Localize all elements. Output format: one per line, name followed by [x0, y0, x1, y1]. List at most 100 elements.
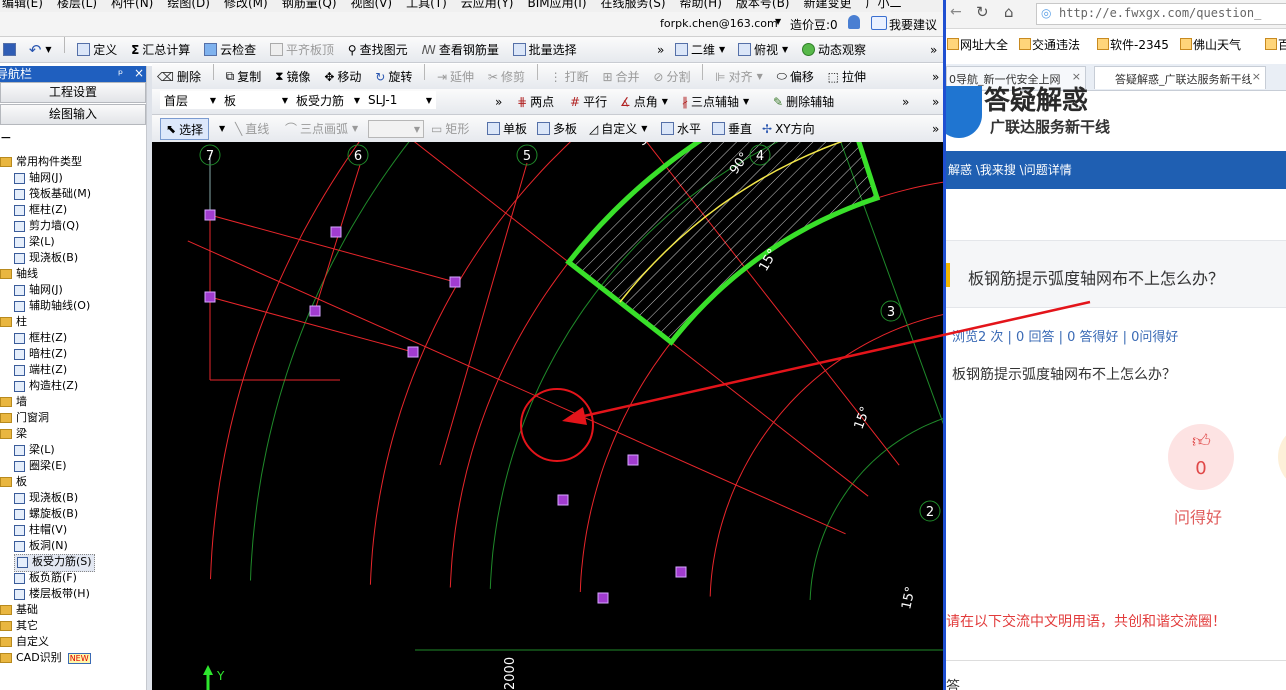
close-icon[interactable]: × — [134, 65, 144, 81]
tree-folder[interactable]: 自定义 — [0, 634, 49, 650]
tree-item[interactable]: 轴网(J) — [14, 170, 63, 186]
vertical-button[interactable]: 垂直 — [707, 115, 757, 142]
menu-item[interactable]: 在线服务(S) — [601, 0, 666, 10]
move-button[interactable]: ✥ 移动 — [319, 64, 366, 89]
merge-button[interactable]: ⊞ 合并 — [597, 64, 644, 89]
floor-select[interactable]: 首层 ▼ — [160, 91, 220, 109]
menu-item[interactable]: 版本号(B) — [736, 0, 790, 10]
tree-item[interactable]: 板负筋(F) — [14, 570, 77, 586]
tree-folder[interactable]: CAD识别 NEW — [0, 650, 91, 666]
tree-item[interactable]: 辅助轴线(O) — [14, 298, 90, 314]
menu-item[interactable]: 工具(T) — [406, 0, 447, 10]
menu-item[interactable]: BIM应用(I) — [527, 0, 586, 10]
tree-item[interactable]: 板洞(N) — [14, 538, 68, 554]
two-point-button[interactable]: ⋕ 两点 — [512, 89, 559, 114]
dynamic-view-button[interactable]: 动态观察 — [797, 37, 871, 62]
menu-item[interactable]: 广小二 — [866, 0, 902, 10]
rect-button[interactable]: ▭ 矩形 — [426, 115, 474, 142]
break-button[interactable]: ⋮ 打断 — [545, 64, 594, 89]
tree-item[interactable]: 圈梁(E) — [14, 458, 67, 474]
parallel-button[interactable]: # 平行 — [565, 89, 612, 114]
toolbar-overflow-chevron[interactable]: » — [490, 89, 507, 114]
align-dropdown[interactable]: ⊫ 对齐 ▼ — [710, 64, 768, 89]
type-select[interactable]: 板受力筋 ▼ — [292, 91, 364, 109]
tree-item[interactable]: 框柱(Z) — [14, 330, 67, 346]
select-dropdown-arrow[interactable]: ▼ — [210, 115, 230, 142]
split-button[interactable]: ⊘ 分割 — [648, 64, 695, 89]
tree-item[interactable]: 暗柱(Z) — [14, 346, 67, 362]
tree-item[interactable]: 梁(L) — [14, 234, 55, 250]
tree-folder[interactable]: 梁 — [0, 426, 27, 442]
bookmark-item[interactable]: 佛山天气 — [1193, 36, 1241, 53]
address-bar[interactable]: ◎ http://e.fwxgx.com/question_ — [1036, 3, 1286, 25]
tree-folder[interactable]: 板 — [0, 474, 27, 490]
bookmark-item[interactable]: 软件-2345 — [1110, 36, 1169, 53]
menu-item[interactable]: 云应用(Y) — [461, 0, 514, 10]
find-element-button[interactable]: ⚲ 查找图元 — [343, 37, 413, 62]
project-settings-button[interactable]: 工程设置 — [0, 82, 146, 103]
menu-item[interactable]: 修改(M) — [224, 0, 268, 10]
delete-aux-button[interactable]: ✎ 删除辅轴 — [768, 89, 839, 114]
account-dropdown-icon[interactable]: ▼ — [775, 17, 781, 26]
toolbar-overflow-chevron[interactable]: » — [927, 64, 943, 89]
tree-folder[interactable]: 基础 — [0, 602, 38, 618]
horizontal-button[interactable]: 水平 — [656, 115, 706, 142]
menu-item[interactable]: 视图(V) — [351, 0, 393, 10]
tree-item[interactable]: 筏板基础(M) — [14, 186, 91, 202]
tree-item[interactable]: 螺旋板(B) — [14, 506, 78, 522]
bookmark-item[interactable]: 网址大全 — [960, 36, 1008, 53]
suggest-link[interactable]: 我要建议 — [889, 16, 937, 33]
tree-item[interactable]: 现浇板(B) — [14, 250, 78, 266]
bookmark-item[interactable]: 交通违法 — [1032, 36, 1080, 53]
line-button[interactable]: ╲ 直线 — [230, 115, 274, 142]
collapse-minus-icon[interactable]: − — [0, 131, 12, 145]
view-2d-dropdown[interactable]: 二维 ▼ — [670, 37, 730, 62]
tab-close-icon[interactable]: × — [1249, 70, 1261, 83]
arc-param-select[interactable]: ▼ — [368, 120, 424, 138]
define-button[interactable]: 定义 — [72, 37, 122, 62]
arc3-button[interactable]: ⌒ 三点画弧 ▼ — [280, 115, 363, 142]
tree-folder[interactable]: 柱 — [0, 314, 27, 330]
menu-item[interactable]: 帮助(H) — [680, 0, 722, 10]
toolbar-overflow-chevron[interactable]: » — [927, 115, 943, 142]
select-button[interactable]: ⬉ 选择 — [160, 118, 210, 140]
refresh-icon[interactable]: ↻ — [976, 3, 989, 21]
chat-icon[interactable] — [871, 16, 887, 30]
tree-item[interactable]: 梁(L) — [14, 442, 55, 458]
bookmark-item[interactable]: 百 — [1278, 36, 1286, 53]
tree-item[interactable]: 构造柱(Z) — [14, 378, 78, 394]
tree-item[interactable]: 框柱(Z) — [14, 202, 67, 218]
tree-folder[interactable]: 其它 — [0, 618, 38, 634]
menu-item[interactable]: 绘图(D) — [167, 0, 210, 10]
sum-calc-button[interactable]: Σ 汇总计算 — [126, 37, 195, 62]
extend-button[interactable]: ⇥ 延伸 — [432, 64, 479, 89]
cloud-check-button[interactable]: 云检查 — [199, 37, 261, 62]
tree-item[interactable]: 现浇板(B) — [14, 490, 78, 506]
home-icon[interactable]: ⌂ — [1004, 3, 1014, 21]
point-angle-dropdown[interactable]: ∡ 点角 ▼ — [615, 89, 673, 114]
cad-svg[interactable]: 7654325°90°15°15°15°2000Y — [152, 142, 943, 690]
pin-icon[interactable]: ᵖ — [118, 66, 123, 82]
view-rebar-button[interactable]: ꟿ 查看钢筋量 — [416, 37, 503, 62]
save-button[interactable] — [0, 37, 19, 62]
mirror-button[interactable]: ⧗ 镜像 — [270, 64, 315, 89]
tree-item[interactable]: 端柱(Z) — [14, 362, 67, 378]
toolbar-overflow-chevron[interactable]: » — [927, 89, 943, 114]
toolbar-overflow-chevron[interactable]: » — [925, 37, 942, 62]
tree-folder[interactable]: 门窗洞 — [0, 410, 49, 426]
menu-item[interactable]: 构件(N) — [111, 0, 153, 10]
flat-top-button[interactable]: 平齐板顶 — [265, 37, 339, 62]
undo-button[interactable]: ↶ ▼ — [23, 37, 58, 62]
offset-button[interactable]: ⬭ 偏移 — [772, 64, 819, 89]
trim-button[interactable]: ✂ 修剪 — [483, 64, 530, 89]
tree-folder[interactable]: 常用构件类型 — [0, 154, 82, 170]
rotate-button[interactable]: ↻ 旋转 — [370, 64, 417, 89]
delete-button[interactable]: ⌫ 删除 — [152, 64, 206, 89]
menu-item[interactable]: 新建变更 — [804, 0, 852, 10]
multi-slab-button[interactable]: 多板 — [532, 115, 582, 142]
xy-direction-button[interactable]: ✢ XY方向 — [757, 115, 820, 142]
browser-tab[interactable]: 答疑解惑_广联达服务新干线 × — [1094, 66, 1266, 89]
category-select[interactable]: 板 ▼ — [220, 91, 292, 109]
menu-item[interactable]: 楼层(L) — [57, 0, 97, 10]
batch-select-button[interactable]: 批量选择 — [508, 37, 582, 62]
